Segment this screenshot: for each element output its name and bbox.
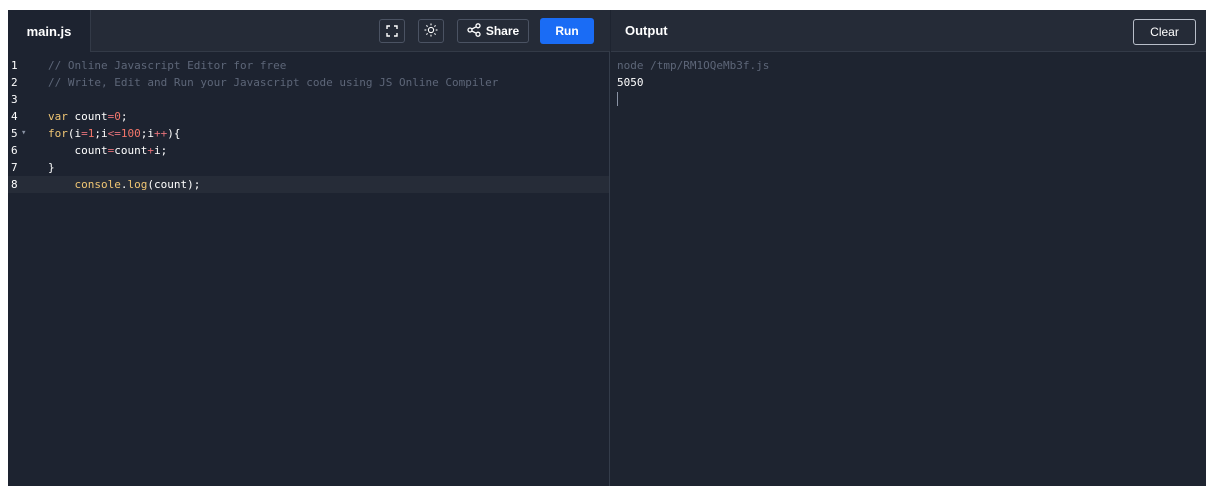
- code-token: var: [48, 110, 68, 123]
- code-token: ){: [167, 127, 181, 140]
- line-number: 5: [11, 127, 18, 140]
- code-token: ;: [120, 110, 128, 123]
- code-token: console: [48, 178, 121, 191]
- code-token: <=: [107, 127, 121, 140]
- theme-toggle-button[interactable]: [418, 19, 444, 43]
- output-header: Output Clear: [611, 10, 1206, 52]
- editor-header: main.js Share Run: [8, 10, 610, 52]
- line-gutter: 4: [8, 108, 45, 125]
- code-line[interactable]: 1 // Online Javascript Editor for free: [8, 57, 609, 74]
- code-token: log: [127, 178, 148, 191]
- line-number: 4: [11, 110, 18, 123]
- code-text: for(i=1;i<=100;i++){: [48, 125, 181, 142]
- code-token: count: [48, 144, 108, 157]
- code-line[interactable]: 2 // Write, Edit and Run your Javascript …: [8, 74, 609, 91]
- line-number: 7: [11, 161, 18, 174]
- code-line[interactable]: 8 console.log(count);: [8, 176, 609, 193]
- output-cursor: [617, 92, 618, 106]
- code-token: ;i: [140, 127, 154, 140]
- clear-button[interactable]: Clear: [1133, 19, 1196, 45]
- code-token: (i: [67, 127, 82, 140]
- fullscreen-icon: [386, 22, 398, 41]
- share-button[interactable]: Share: [457, 19, 529, 43]
- output-result-line: 5050: [617, 76, 644, 89]
- code-line[interactable]: 7}: [8, 159, 609, 176]
- code-text: var count=0;: [48, 108, 128, 125]
- code-line[interactable]: 6 count=count+i;: [8, 142, 609, 159]
- code-text: console.log(count);: [48, 176, 200, 193]
- code-token: =: [81, 127, 88, 140]
- line-number: 8: [11, 178, 18, 191]
- code-token: 0: [114, 110, 121, 123]
- line-number: 6: [11, 144, 18, 157]
- code-editor[interactable]: 1 // Online Javascript Editor for free 2 //…: [8, 57, 609, 477]
- code-token: (count);: [147, 178, 201, 191]
- output-command-line: node /tmp/RM1OQeMb3f.js: [617, 59, 770, 72]
- run-button[interactable]: Run: [540, 18, 594, 44]
- code-token: // Write, Edit and Run your Javascript c…: [48, 76, 499, 89]
- code-line[interactable]: 5 ▾ for(i=1;i<=100;i++){: [8, 125, 609, 142]
- editor-panel: main.js Share Run 1 // Online Javascript…: [8, 10, 610, 486]
- code-text: count=count+i;: [48, 142, 167, 159]
- code-token: }: [48, 161, 55, 174]
- fullscreen-button[interactable]: [379, 19, 405, 43]
- code-token: for: [48, 127, 68, 140]
- code-token: 100: [120, 127, 141, 140]
- output-panel: Output Clear node /tmp/RM1OQeMb3f.js 505…: [611, 10, 1206, 486]
- line-gutter: 7: [8, 159, 45, 176]
- online-js-compiler: main.js Share Run 1 // Online Javascript…: [8, 10, 1206, 486]
- line-number: 1: [11, 59, 18, 72]
- line-gutter: 5 ▾: [8, 125, 45, 142]
- fold-toggle-icon[interactable]: ▾: [21, 125, 26, 142]
- line-gutter: 2: [8, 74, 45, 91]
- share-icon: [467, 22, 481, 40]
- share-label: Share: [485, 24, 520, 38]
- code-line[interactable]: 4 var count=0;: [8, 108, 609, 125]
- line-number: 2: [11, 76, 18, 89]
- code-token: i;: [153, 144, 168, 157]
- file-tab-main-js[interactable]: main.js: [8, 10, 91, 52]
- code-token: ++: [154, 127, 168, 140]
- line-gutter: 6: [8, 142, 45, 159]
- code-token: count: [67, 110, 108, 123]
- code-token: // Online Javascript Editor for free: [48, 59, 287, 72]
- code-token: count: [114, 144, 148, 157]
- line-gutter: 3: [8, 91, 45, 108]
- code-token: +: [147, 144, 154, 157]
- output-title: Output: [625, 23, 668, 38]
- sun-icon: [424, 22, 438, 41]
- code-token: ;i: [94, 127, 108, 140]
- line-number: 3: [11, 93, 18, 106]
- code-text: }: [48, 159, 55, 176]
- code-line[interactable]: 3: [8, 91, 609, 108]
- line-gutter: 8: [8, 176, 45, 193]
- output-console[interactable]: node /tmp/RM1OQeMb3f.js 5050: [617, 57, 1197, 106]
- code-text: // Online Javascript Editor for free: [48, 57, 286, 74]
- code-text: // Write, Edit and Run your Javascript c…: [48, 74, 498, 91]
- line-gutter: 1: [8, 57, 45, 74]
